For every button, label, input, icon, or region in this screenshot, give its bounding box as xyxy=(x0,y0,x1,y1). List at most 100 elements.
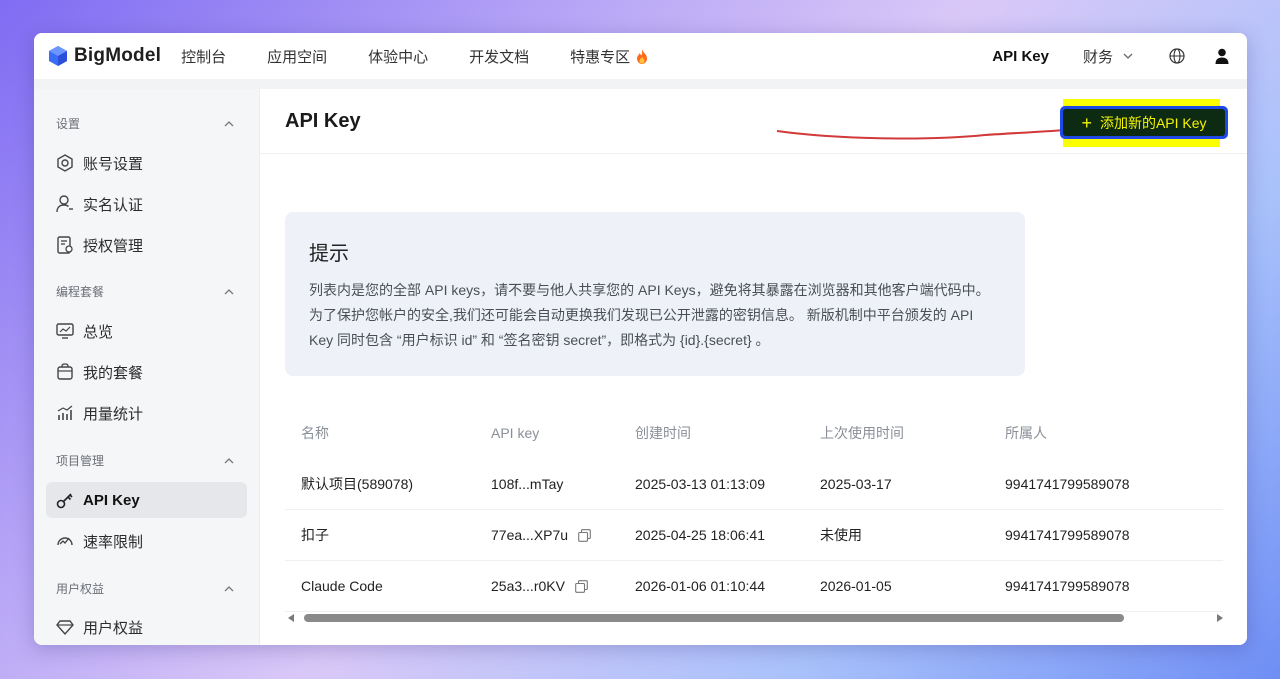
chevron-up-icon xyxy=(224,288,234,294)
fire-icon xyxy=(637,48,648,64)
nav-finance-label: 财务 xyxy=(1082,48,1113,66)
app-window: BigModel 控制台 应用空间 体验中心 开发文档 特惠专区 API Key… xyxy=(34,33,1247,645)
tip-body: 列表内是您的全部 API keys，请不要与他人共享您的 API Keys，避免… xyxy=(309,282,990,348)
brand-name: BigModel xyxy=(74,45,162,66)
nav-api-key[interactable]: API Key xyxy=(992,48,1049,65)
sidebar-item-label: 我的套餐 xyxy=(83,364,144,382)
sidebar-item-usage-stats[interactable]: 用量统计 xyxy=(46,395,247,431)
main-content: API Key + 添加新的API Key 提示 列表内是您的全部 API ke… xyxy=(260,89,1247,645)
sidebar-item-label: 总览 xyxy=(83,323,114,341)
sidebar-item-authorization[interactable]: 授权管理 xyxy=(46,227,247,263)
brand[interactable]: BigModel xyxy=(48,45,161,67)
plus-icon: + xyxy=(1081,112,1092,133)
sidebar-section-project-mgmt[interactable]: 项目管理 xyxy=(56,452,234,469)
header-created: 创建时间 xyxy=(635,425,691,441)
sidebar-item-rate-limit[interactable]: 速率限制 xyxy=(46,523,247,559)
speedometer-icon xyxy=(57,537,73,546)
sidebar-item-user-rights[interactable]: 用户权益 xyxy=(46,609,247,645)
sidebar-section-title: 项目管理 xyxy=(56,454,105,468)
sidebar-item-overview[interactable]: 总览 xyxy=(46,313,247,349)
main-nav: 控制台 应用空间 体验中心 开发文档 特惠专区 xyxy=(181,46,689,67)
cell-api-key: 25a3...r0KV xyxy=(491,578,635,594)
cell-owner: 9941741799589078 xyxy=(1005,476,1130,492)
nav-dev-docs[interactable]: 开发文档 xyxy=(469,46,529,67)
table-row[interactable]: 扣子 77ea...XP7u 2025-04-25 18:06:41 未使用 9… xyxy=(285,510,1223,561)
sidebar-item-label: 速率限制 xyxy=(83,533,144,551)
horizontal-scrollbar[interactable] xyxy=(288,613,1223,623)
table-header-row: 名称 API key 创建时间 上次使用时间 所属人 xyxy=(285,407,1223,459)
nav-special-offers-label: 特惠专区 xyxy=(570,48,631,66)
api-key-value: 25a3...r0KV xyxy=(491,578,565,594)
header-name: 名称 xyxy=(301,425,329,441)
cell-created: 2025-03-13 01:13:09 xyxy=(635,476,765,492)
tip-card: 提示 列表内是您的全部 API keys，请不要与他人共享您的 API Keys… xyxy=(285,212,1025,376)
sidebar-item-real-name[interactable]: 实名认证 xyxy=(46,186,247,222)
sidebar-section-title: 编程套餐 xyxy=(56,285,105,299)
sidebar-item-label: 账号设置 xyxy=(83,155,144,173)
cell-api-key: 77ea...XP7u xyxy=(491,527,635,543)
divider xyxy=(260,153,1247,154)
cell-last-used: 未使用 xyxy=(820,527,862,543)
nav-finance-dropdown[interactable]: 财务 xyxy=(1083,46,1133,67)
document-auth-icon xyxy=(57,236,73,254)
key-icon xyxy=(56,493,73,509)
add-api-key-button[interactable]: + 添加新的API Key xyxy=(1060,106,1228,139)
sidebar-item-label: 用户权益 xyxy=(83,619,144,637)
sidebar: 设置 账号设置 实名认证 授权管理 编程套餐 总览 我的套餐 用量统计 项目管理… xyxy=(34,89,260,645)
table-row[interactable]: 默认项目(589078) 108f...mTay 2025-03-13 01:1… xyxy=(285,459,1223,510)
add-api-key-label: 添加新的API Key xyxy=(1099,114,1207,131)
settings-icon xyxy=(57,154,73,172)
cell-last-used: 2025-03-17 xyxy=(820,476,892,492)
nav-experience-center[interactable]: 体验中心 xyxy=(368,46,428,67)
cell-api-key: 108f...mTay xyxy=(491,476,635,492)
cell-owner: 9941741799589078 xyxy=(1005,527,1130,543)
chevron-up-icon xyxy=(224,120,234,126)
header-last-used: 上次使用时间 xyxy=(820,425,904,441)
scroll-left-arrow-icon[interactable] xyxy=(288,614,294,622)
globe-icon[interactable] xyxy=(1169,48,1185,64)
api-key-value: 77ea...XP7u xyxy=(491,527,569,543)
nav-app-space[interactable]: 应用空间 xyxy=(267,46,327,67)
copy-icon[interactable] xyxy=(578,528,591,542)
chevron-up-icon xyxy=(224,457,234,463)
nav-right: API Key 财务 xyxy=(992,46,1229,67)
user-icon[interactable] xyxy=(1215,48,1229,64)
api-key-value: 108f...mTay xyxy=(491,476,564,492)
sidebar-section-user-rights[interactable]: 用户权益 xyxy=(56,580,234,597)
nav-special-offers[interactable]: 特惠专区 xyxy=(570,46,648,67)
cell-name: Claude Code xyxy=(301,578,383,594)
header-owner: 所属人 xyxy=(1005,425,1047,441)
table-row[interactable]: Claude Code 25a3...r0KV 2026-01-06 01:10… xyxy=(285,561,1223,612)
top-gap xyxy=(34,79,1247,89)
sidebar-item-my-plan[interactable]: 我的套餐 xyxy=(46,354,247,390)
header-api-key: API key xyxy=(491,425,540,441)
sidebar-item-api-key[interactable]: API Key xyxy=(46,482,247,518)
sidebar-section-title: 设置 xyxy=(56,117,81,131)
cell-created: 2026-01-06 01:10:44 xyxy=(635,578,765,594)
diamond-icon xyxy=(56,620,74,636)
sidebar-item-label: API Key xyxy=(83,491,140,509)
copy-icon[interactable] xyxy=(575,579,588,593)
bigmodel-logo-icon xyxy=(49,46,67,66)
sidebar-section-coding-plan[interactable]: 编程套餐 xyxy=(56,283,234,300)
nav-console[interactable]: 控制台 xyxy=(181,46,226,67)
top-nav: BigModel 控制台 应用空间 体验中心 开发文档 特惠专区 API Key… xyxy=(34,33,1247,79)
sidebar-item-account-settings[interactable]: 账号设置 xyxy=(46,145,247,181)
scrollbar-thumb[interactable] xyxy=(304,614,1124,622)
api-key-table: 名称 API key 创建时间 上次使用时间 所属人 默认项目(589078) … xyxy=(285,407,1223,612)
bag-icon xyxy=(57,363,73,380)
sidebar-section-settings[interactable]: 设置 xyxy=(56,115,234,132)
tip-title: 提示 xyxy=(309,243,349,265)
cell-owner: 9941741799589078 xyxy=(1005,578,1130,594)
monitor-icon xyxy=(56,323,74,339)
sidebar-item-label: 用量统计 xyxy=(83,405,144,423)
add-api-key-button-inner: + 添加新的API Key xyxy=(1063,109,1225,136)
scroll-right-arrow-icon[interactable] xyxy=(1217,614,1223,622)
page-title: API Key xyxy=(285,110,361,132)
bar-chart-icon xyxy=(57,405,73,420)
chevron-down-icon xyxy=(1123,53,1133,59)
chevron-up-icon xyxy=(224,585,234,591)
cell-created: 2025-04-25 18:06:41 xyxy=(635,527,765,543)
sidebar-item-label: 实名认证 xyxy=(83,196,144,214)
annotation-arrow xyxy=(776,125,1074,140)
